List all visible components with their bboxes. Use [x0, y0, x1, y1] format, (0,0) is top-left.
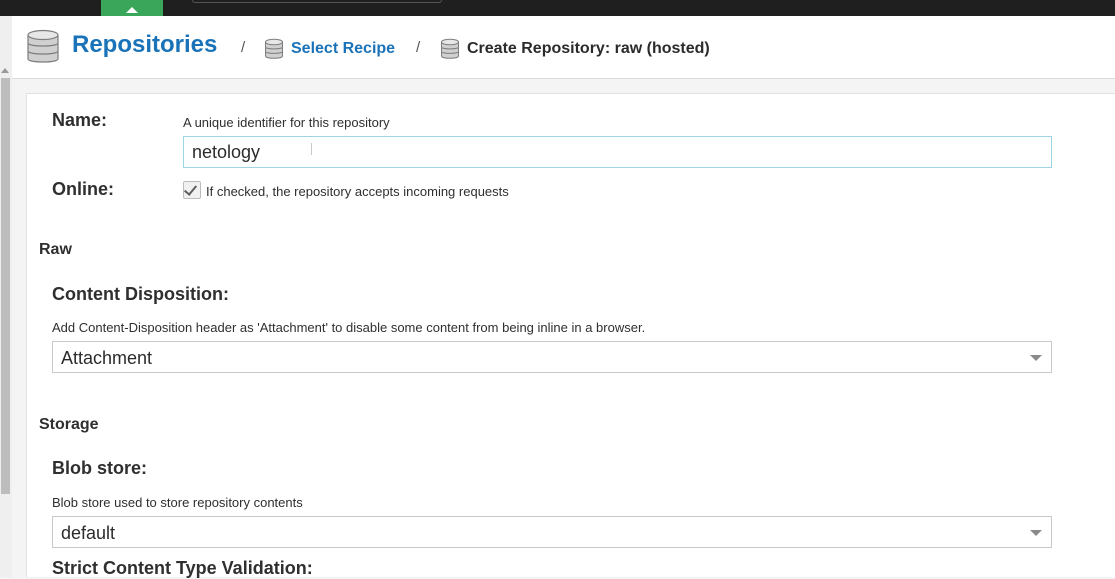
- blob-store-help-text: Blob store used to store repository cont…: [52, 495, 303, 510]
- breadcrumb-separator: /: [241, 39, 246, 56]
- top-navbar: [0, 0, 1115, 16]
- online-label: Online:: [52, 179, 114, 199]
- name-label: Name:: [52, 110, 108, 130]
- blob-store-label: Blob store:: [52, 458, 148, 478]
- name-input[interactable]: [183, 136, 1052, 168]
- scroll-up-arrow-icon[interactable]: [1, 68, 9, 73]
- content-disposition-value: Attachment: [61, 348, 153, 368]
- database-icon: [265, 38, 283, 59]
- active-nav-tab[interactable]: [101, 0, 163, 16]
- left-gutter: [0, 16, 12, 577]
- storage-section-heading: Storage: [39, 416, 99, 433]
- search-field-edge: [192, 0, 442, 3]
- blob-store-select[interactable]: default: [52, 516, 1052, 548]
- breadcrumb-repositories-link[interactable]: Repositories: [72, 31, 217, 59]
- strict-content-type-validation-label: Strict Content Type Validation:: [52, 558, 313, 578]
- chevron-down-icon: [1030, 530, 1042, 536]
- chevron-down-icon: [1030, 355, 1042, 361]
- content-disposition-help-text: Add Content-Disposition header as 'Attac…: [52, 320, 646, 335]
- scrollbar-thumb[interactable]: [1, 78, 10, 494]
- raw-section-heading: Raw: [39, 241, 72, 258]
- online-help-text: If checked, the repository accepts incom…: [206, 184, 509, 199]
- content-disposition-select[interactable]: Attachment: [52, 341, 1052, 373]
- text-cursor-icon: [311, 143, 312, 155]
- name-help-text: A unique identifier for this repository: [183, 115, 390, 130]
- blob-store-value: default: [61, 523, 116, 543]
- online-checkbox[interactable]: [183, 181, 201, 199]
- breadcrumb-select-recipe-link[interactable]: Select Recipe: [291, 40, 395, 58]
- database-icon: [27, 29, 59, 63]
- checkmark-icon: [183, 182, 198, 196]
- breadcrumb: Repositories / Select Recipe / Create Re…: [12, 16, 1115, 79]
- database-icon: [441, 38, 459, 59]
- breadcrumb-current-page: Create Repository: raw (hosted): [467, 40, 710, 57]
- breadcrumb-separator: /: [416, 39, 421, 56]
- content-disposition-label: Content Disposition:: [52, 284, 229, 304]
